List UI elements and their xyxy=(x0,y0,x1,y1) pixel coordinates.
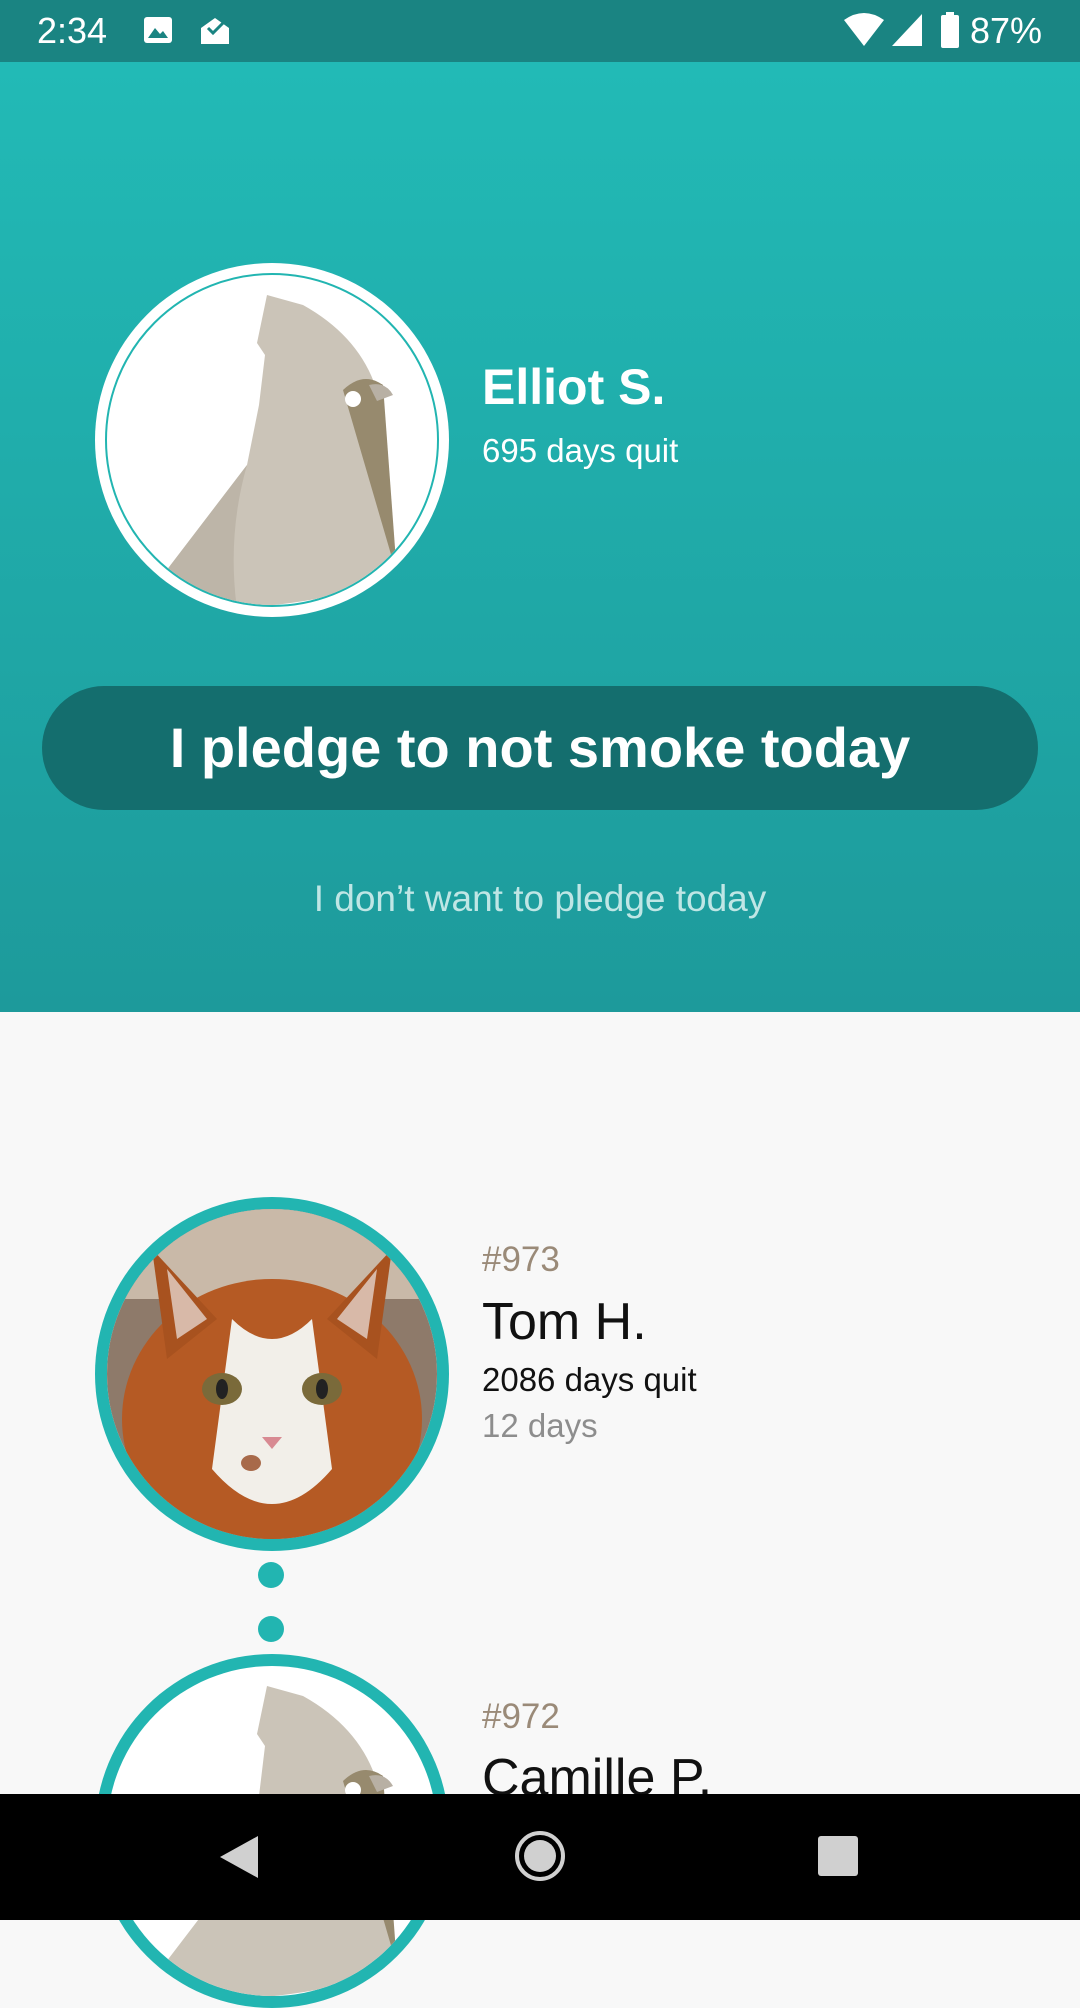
battery-percentage: 87% xyxy=(969,10,1042,51)
skip-pledge-link[interactable]: I don’t want to pledge today xyxy=(0,878,1080,920)
cat-photo-illustration xyxy=(107,1209,437,1539)
image-icon xyxy=(144,17,172,43)
feed-user-name: Tom H. xyxy=(482,1293,647,1351)
pledge-button[interactable]: I pledge to not smoke today xyxy=(42,686,1038,810)
recents-icon[interactable] xyxy=(818,1836,858,1876)
feed-rank: #973 xyxy=(482,1240,560,1279)
navigation-bar xyxy=(0,1794,1080,1920)
current-user-avatar[interactable] xyxy=(95,263,449,617)
status-time: 2:34 xyxy=(37,10,108,51)
mail-check-icon xyxy=(201,18,229,44)
timeline-dot xyxy=(258,1562,284,1588)
battery-icon xyxy=(941,12,959,48)
current-user-days-quit: 695 days quit xyxy=(482,432,679,469)
cat-photo xyxy=(107,1209,437,1539)
pledge-section: Elliot S. 695 days quit I pledge to not … xyxy=(0,62,1080,1012)
bird-illustration xyxy=(140,295,397,605)
home-icon[interactable] xyxy=(514,1830,566,1882)
feed-days-quit: 2086 days quit xyxy=(482,1361,697,1398)
current-user-name: Elliot S. xyxy=(482,359,666,415)
wifi-icon xyxy=(844,13,884,46)
timeline-dot xyxy=(258,1616,284,1642)
status-bar: 2:34 87% xyxy=(0,0,1080,62)
feed-rank: #972 xyxy=(482,1697,560,1736)
back-icon[interactable] xyxy=(218,1834,260,1880)
feed-streak: 12 days xyxy=(482,1407,598,1444)
bird-avatar-image xyxy=(105,273,439,607)
signal-icon xyxy=(892,14,922,46)
feed-avatar[interactable] xyxy=(95,1197,449,1551)
